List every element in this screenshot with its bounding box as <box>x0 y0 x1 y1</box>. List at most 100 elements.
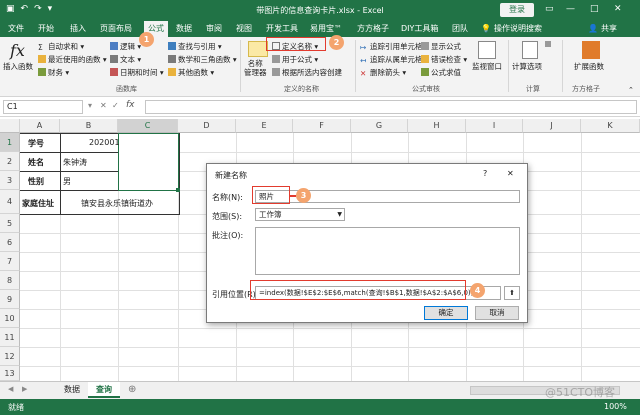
column-header-i[interactable]: I <box>466 119 523 133</box>
cell-a1[interactable]: 学号 <box>28 138 44 149</box>
calc-options-button[interactable]: 计算选项 <box>512 61 542 72</box>
formula-input[interactable] <box>145 100 637 114</box>
sheet-tab-data[interactable]: 数据 <box>56 382 88 398</box>
photo-cell-c1[interactable] <box>118 133 179 191</box>
row-header-5[interactable]: 5 <box>0 214 20 233</box>
name-box[interactable]: C1 <box>3 100 83 114</box>
extension-functions-button[interactable]: 扩展函数 <box>574 61 604 72</box>
trace-dependents-button[interactable]: ↤ 追踪从属单元格 <box>360 54 423 65</box>
maximize-button[interactable]: □ <box>590 4 599 14</box>
row-header-12[interactable]: 12 <box>0 347 20 366</box>
close-button[interactable]: ✕ <box>614 4 622 14</box>
use-in-formula-button[interactable]: 用于公式 ▾ <box>272 54 318 65</box>
column-header-h[interactable]: H <box>408 119 466 133</box>
share-button[interactable]: 共享 <box>601 21 617 37</box>
tab-home[interactable]: 开始 <box>38 21 54 37</box>
fill-handle[interactable] <box>176 188 180 192</box>
scope-select[interactable]: 工作簿 ▼ <box>255 208 345 221</box>
cell-a4[interactable]: 家庭住址 <box>22 198 54 209</box>
evaluate-formula-button[interactable]: 公式求值 <box>421 67 461 78</box>
row-header-3[interactable]: 3 <box>0 171 20 190</box>
row-header-8[interactable]: 8 <box>0 271 20 290</box>
cancel-button[interactable]: 取消 <box>475 306 519 320</box>
row-header-4[interactable]: 4 <box>0 190 20 214</box>
row-header-9[interactable]: 9 <box>0 290 20 309</box>
autosum-button[interactable]: Σ 自动求和 ▾ <box>38 41 84 52</box>
create-from-selection-button[interactable]: 根据所选内容创建 <box>272 67 342 78</box>
cell-b2[interactable]: 朱钟涛 <box>63 157 87 168</box>
cell-b4[interactable]: 镇安县永乐镇街道办 <box>81 198 153 209</box>
tab-team[interactable]: 团队 <box>452 21 468 37</box>
row-header-1[interactable]: 1 <box>0 133 20 152</box>
namebox-dropdown-icon[interactable]: ▾ <box>88 101 92 110</box>
cell-b1[interactable]: 202001 <box>89 138 120 147</box>
row-header-2[interactable]: 2 <box>0 152 20 171</box>
tab-data[interactable]: 数据 <box>176 21 192 37</box>
column-header-c[interactable]: C <box>118 119 178 133</box>
tab-page-layout[interactable]: 页面布局 <box>100 21 132 37</box>
error-check-button[interactable]: 错误检查 ▾ <box>421 54 467 65</box>
row-header-11[interactable]: 11 <box>0 328 20 347</box>
lookup-button[interactable]: 查找与引用 ▾ <box>168 41 222 52</box>
column-header-k[interactable]: K <box>581 119 640 133</box>
name-input[interactable]: 照片 <box>255 190 520 203</box>
remove-arrows-button[interactable]: ✕ 删除箭头 ▾ <box>360 67 406 78</box>
watch-window-button[interactable]: 监视窗口 <box>472 61 502 72</box>
tab-fangfang[interactable]: 方方格子 <box>357 21 389 37</box>
ribbon-display-icon[interactable]: ▭ <box>545 4 554 14</box>
show-formulas-button[interactable]: 显示公式 <box>421 41 461 52</box>
ok-button[interactable]: 确定 <box>424 306 468 320</box>
cell-b3[interactable]: 男 <box>63 176 71 187</box>
row-header-10[interactable]: 10 <box>0 309 20 328</box>
cancel-entry-icon[interactable]: ✕ <box>100 101 107 110</box>
tab-developer[interactable]: 开发工具 <box>266 21 298 37</box>
finance-button[interactable]: 财务 ▾ <box>38 67 69 78</box>
confirm-entry-icon[interactable]: ✓ <box>112 101 119 110</box>
title-bar: ▣ ↶ ↷ ▾ 带图片的信息查询卡片.xlsx - Excel 登录 ▭ — □… <box>0 0 640 21</box>
tab-file[interactable]: 文件 <box>8 21 24 37</box>
cell-a3[interactable]: 性别 <box>28 176 44 187</box>
insert-function-button[interactable]: 插入函数 <box>3 61 33 72</box>
column-header-d[interactable]: D <box>178 119 236 133</box>
next-sheet-icon[interactable]: ▶ <box>22 385 27 393</box>
column-header-f[interactable]: F <box>293 119 351 133</box>
row-header-7[interactable]: 7 <box>0 252 20 271</box>
trace-precedents-button[interactable]: ↦ 追踪引用单元格 <box>360 41 423 52</box>
datetime-button[interactable]: 日期和时间 ▾ <box>110 67 164 78</box>
column-header-b[interactable]: B <box>60 119 118 133</box>
comment-textarea[interactable] <box>255 227 520 275</box>
add-sheet-icon[interactable]: ⊕ <box>128 384 136 395</box>
sheet-tab-query[interactable]: 查询 <box>88 382 120 398</box>
minimize-button[interactable]: — <box>566 4 575 14</box>
logic-button[interactable]: 逻辑 ▾ <box>110 41 141 52</box>
column-header-j[interactable]: J <box>523 119 581 133</box>
tell-me-search[interactable]: 操作说明搜索 <box>494 21 542 37</box>
tab-insert[interactable]: 插入 <box>70 21 86 37</box>
show-formulas-label: 显示公式 <box>431 42 461 51</box>
text-button[interactable]: 文本 ▾ <box>110 54 141 65</box>
row-header-6[interactable]: 6 <box>0 233 20 252</box>
dialog-close-button[interactable]: ✕ <box>507 169 514 178</box>
fx-button[interactable]: fx <box>126 100 135 110</box>
select-all-corner[interactable] <box>0 119 20 133</box>
tab-view[interactable]: 视图 <box>236 21 252 37</box>
name-manager-button[interactable]: 名称 管理器 <box>244 59 267 77</box>
collapse-ribbon-icon[interactable]: ⌃ <box>628 86 634 94</box>
row-header-13[interactable]: 13 <box>0 366 20 381</box>
tab-review[interactable]: 审阅 <box>206 21 222 37</box>
recent-functions-button[interactable]: 最近使用的函数 ▾ <box>38 54 107 65</box>
dialog-help-button[interactable]: ? <box>483 169 487 178</box>
column-header-e[interactable]: E <box>236 119 293 133</box>
zoom-level[interactable]: 100% <box>604 402 627 411</box>
column-header-a[interactable]: A <box>20 119 60 133</box>
math-button[interactable]: 数学和三角函数 ▾ <box>168 54 237 65</box>
collapse-dialog-icon[interactable]: ⬆ <box>504 286 520 300</box>
prev-sheet-icon[interactable]: ◀ <box>8 385 13 393</box>
cell-a2[interactable]: 姓名 <box>28 157 44 168</box>
calc-now-icon[interactable] <box>545 41 551 47</box>
login-button[interactable]: 登录 <box>500 3 534 17</box>
tab-diy-toolbox[interactable]: DIY工具箱 <box>401 21 438 37</box>
column-header-g[interactable]: G <box>351 119 408 133</box>
group-label-calc: 计算 <box>526 85 540 93</box>
other-functions-button[interactable]: 其他函数 ▾ <box>168 67 214 78</box>
